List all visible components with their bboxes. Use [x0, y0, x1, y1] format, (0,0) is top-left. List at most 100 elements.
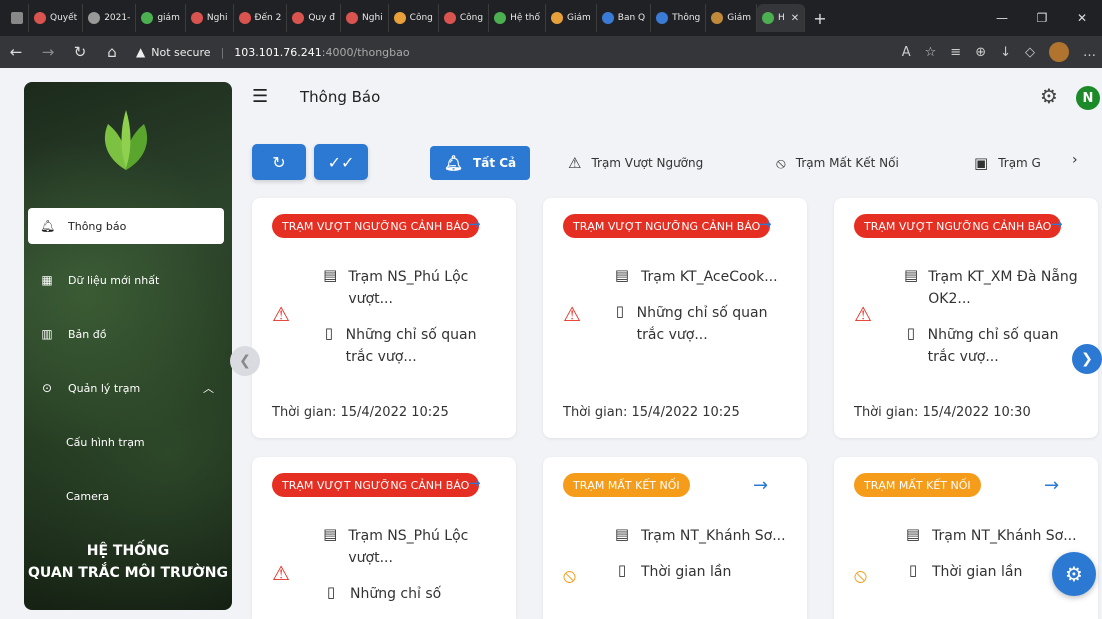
mark-all-read-button[interactable]: ✓✓ — [314, 144, 368, 180]
close-window-icon[interactable]: ✕ — [1062, 11, 1102, 25]
warning-icon: ⚠ — [563, 302, 581, 326]
url-field[interactable]: ▲ Not secure | 103.101.76.241:4000/thong… — [136, 45, 776, 59]
filter-tab-more[interactable]: ▣ Trạm G — [974, 146, 1041, 180]
favorite-star-icon[interactable]: ☆ — [925, 45, 937, 60]
refresh-button[interactable]: ↻ — [252, 144, 306, 180]
browser-tab[interactable]: Quy đ — [287, 4, 342, 32]
browser-tab[interactable]: Giám — [706, 4, 758, 32]
document-icon: ▯ — [326, 583, 336, 601]
notification-card[interactable]: TRẠM VƯỢT NGƯỠNG CẢNH BÁO → ⚠ ▤ Trạm KT_X… — [834, 198, 1098, 438]
warning-icon: ⚠ — [272, 302, 290, 326]
close-tab-icon[interactable]: ✕ — [791, 13, 799, 24]
signal-off-icon: ⦸ — [563, 563, 577, 587]
notification-time: Thời gian: 15/4/2022 10:25 — [272, 405, 449, 420]
notification-card[interactable]: TRẠM MẤT KẾT NỐI → ⦸ ▤ Trạm NT_Khánh Sơ..… — [834, 457, 1098, 619]
status-badge: TRẠM VƯỢT NGƯỠNG CẢNH BÁO — [563, 214, 771, 238]
tab-favicon-icon — [711, 12, 724, 24]
filter-label: Tất Cả — [473, 156, 517, 170]
filter-tab-disconnected[interactable]: ⦸ Trạm Mất Kết Nối — [776, 146, 899, 180]
filter-label: Trạm Vượt Ngưỡng — [591, 156, 704, 170]
browser-tab[interactable]: Nghi — [186, 4, 234, 32]
user-avatar[interactable]: N — [1076, 86, 1100, 110]
extensions-icon[interactable]: ◇ — [1025, 45, 1035, 60]
filter-tab-all[interactable]: 🔔︎ Tất Cả — [430, 146, 531, 180]
minimize-icon[interactable]: — — [982, 11, 1022, 25]
browser-tab-active[interactable]: H ✕ — [757, 4, 806, 32]
sidebar-item-latest-data[interactable]: ▦ Dữ liệu mới nhất — [24, 262, 224, 298]
read-aloud-icon[interactable]: A — [902, 45, 911, 60]
notification-card[interactable]: TRẠM VƯỢT NGƯỠNG CẢNH BÁO → ⚠ ▤ Trạm NS_P… — [252, 198, 516, 438]
tab-label: Giám — [567, 13, 591, 23]
location-pin-icon: ⊙ — [41, 381, 53, 395]
settings-fab-button[interactable]: ⚙ — [1052, 552, 1096, 596]
window-controls: — ❐ ✕ — [982, 0, 1102, 36]
restore-icon[interactable]: ❐ — [1022, 11, 1062, 25]
status-badge: TRẠM MẤT KẾT NỐI — [563, 473, 690, 497]
more-options-icon[interactable]: … — [1083, 45, 1096, 60]
document-icon: ▯ — [906, 324, 915, 342]
favorites-icon[interactable]: ≡ — [950, 45, 961, 60]
tab-favicon-icon — [762, 12, 775, 24]
chart-icon: ▣ — [974, 154, 989, 172]
sidebar-menu: 🔔︎ Thông báo ▦ Dữ liệu mới nhất ▥ Bản đồ… — [24, 208, 232, 532]
tab-favicon-icon — [494, 12, 507, 24]
sidebar-item-camera[interactable]: Camera — [24, 478, 224, 514]
tab-label: Quyết — [50, 13, 78, 23]
url-path: :4000/thongbao — [321, 45, 410, 59]
browser-tab[interactable]: 2021- — [83, 4, 137, 32]
browser-tab[interactable]: giám — [136, 4, 186, 32]
arrow-right-icon[interactable]: → — [1050, 215, 1063, 233]
status-badge: TRẠM VƯỢT NGƯỠNG CẢNH BÁO — [854, 214, 1062, 238]
browser-tab[interactable]: Hệ thố — [489, 4, 547, 32]
notification-card[interactable]: TRẠM VƯỢT NGƯỠNG CẢNH BÁO → ⚠ ▤ Trạm NS_P… — [252, 457, 516, 619]
forward-icon[interactable]: → — [32, 43, 64, 61]
new-tab-icon[interactable]: + — [813, 9, 826, 28]
settings-gear-icon[interactable]: ⚙ — [1040, 84, 1058, 108]
card-info: ▤ Trạm NT_Khánh Sơ... ▯ Thời gian lần — [613, 525, 793, 597]
arrow-right-icon[interactable]: → — [753, 475, 768, 496]
notification-card[interactable]: TRẠM VƯỢT NGƯỠNG CẢNH BÁO → ⚠ ▤ Trạm KT_A… — [543, 198, 807, 438]
chevron-up-icon[interactable]: ︿ — [203, 380, 214, 396]
notification-detail: Thời gian lần — [641, 564, 732, 580]
back-icon[interactable]: ← — [0, 43, 32, 61]
chevron-left-icon: ❮ — [239, 353, 251, 369]
filter-next-chevron-icon[interactable]: › — [1072, 152, 1078, 168]
carousel-next-button[interactable]: ❯ — [1072, 344, 1102, 374]
arrow-right-icon[interactable]: → — [468, 474, 481, 492]
tab-favicon-icon — [141, 12, 154, 24]
profile-avatar[interactable] — [1049, 42, 1069, 62]
downloads-icon[interactable]: ↓ — [1000, 45, 1011, 60]
browser-tab[interactable]: Ban Q — [597, 4, 652, 32]
sidebar-item-station-config[interactable]: Cấu hình trạm — [24, 424, 224, 460]
filter-tab-exceeded[interactable]: ⚠ Trạm Vượt Ngưỡng — [568, 146, 703, 180]
station-name: Trạm NS_Phú Lộc vượt... — [348, 528, 469, 566]
url-separator: | — [220, 45, 225, 59]
status-badge: TRẠM VƯỢT NGƯỠNG CẢNH BÁO — [272, 214, 480, 238]
sidebar-item-map[interactable]: ▥ Bản đồ — [24, 316, 224, 352]
browser-tab[interactable]: Đến 2 — [234, 4, 288, 32]
browser-tab[interactable] — [6, 4, 29, 32]
browser-tab[interactable]: Nghi — [341, 4, 389, 32]
carousel-prev-button[interactable]: ❮ — [230, 346, 260, 376]
notification-card[interactable]: TRẠM MẤT KẾT NỐI → ⦸ ▤ Trạm NT_Khánh Sơ..… — [543, 457, 807, 619]
browser-tab[interactable]: Thông — [651, 4, 707, 32]
browser-tab[interactable]: Giám — [546, 4, 597, 32]
sidebar-item-notifications[interactable]: 🔔︎ Thông báo — [28, 208, 224, 244]
home-icon[interactable]: ⌂ — [96, 43, 128, 61]
clipboard-icon: ▤ — [614, 525, 630, 543]
bell-icon: 🔔︎ — [40, 219, 56, 233]
signal-off-icon: ⦸ — [776, 154, 786, 172]
card-info: ▤ Trạm NS_Phú Lộc vượt... ▯ Những chỉ số — [322, 525, 502, 619]
menu-hamburger-icon[interactable]: ☰ — [252, 86, 268, 107]
arrow-right-icon[interactable]: → — [1044, 475, 1059, 496]
tab-favicon-icon — [11, 12, 23, 24]
sidebar-item-station-management[interactable]: ⊙ Quản lý trạm ︿ — [24, 370, 224, 406]
collections-icon[interactable]: ⊕ — [975, 45, 986, 60]
browser-tab-bar: Quyết 2021- giám Nghi Đến 2 Quy đ Nghi C… — [0, 0, 1102, 36]
arrow-right-icon[interactable]: → — [759, 215, 772, 233]
browser-tab[interactable]: Quyết — [29, 4, 84, 32]
browser-tab[interactable]: Công — [439, 4, 490, 32]
reload-icon[interactable]: ↻ — [64, 43, 96, 61]
browser-tab[interactable]: Công — [389, 4, 439, 32]
arrow-right-icon[interactable]: → — [468, 215, 481, 233]
